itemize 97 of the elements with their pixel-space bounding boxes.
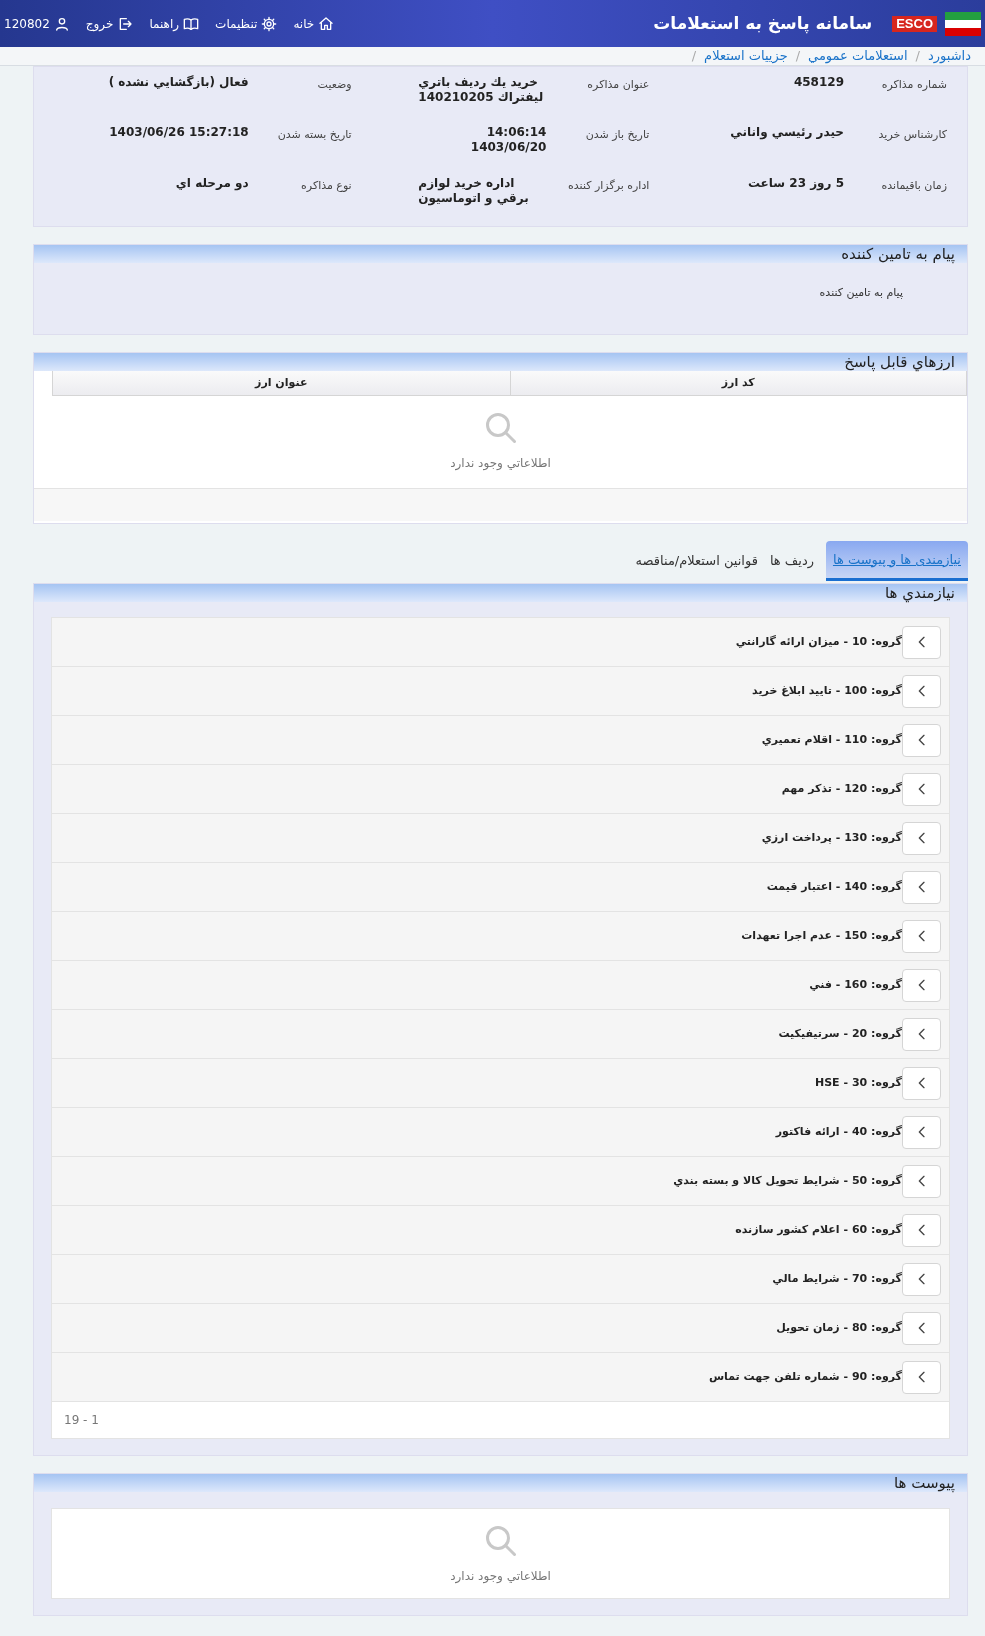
field-label: شماره مذاكره	[880, 77, 947, 93]
expand-button[interactable]	[902, 1213, 941, 1247]
group-row[interactable]: گروه: 140 - اعتبار قيمت	[52, 863, 949, 912]
field-label: تاريخ باز شدن	[584, 127, 650, 144]
column-header: عنوان ارز	[253, 374, 309, 391]
tab[interactable]: قوانين استعلام/مناقصه	[635, 541, 758, 581]
group-title: گروه: 40 - ارائه فاكتور	[775, 1123, 902, 1140]
field-label: تاريخ بسته شدن	[276, 127, 352, 144]
expand-button[interactable]	[902, 1115, 941, 1149]
nav-link[interactable]: خانه	[293, 14, 335, 33]
empty-message: اطلاعاتي وجود ندارد	[450, 1568, 551, 1585]
group-row[interactable]: گروه: 70 - شرايط مالي	[52, 1255, 949, 1304]
group-title: گروه: 20 - سرتيفيكيت	[778, 1025, 902, 1042]
expand-button[interactable]	[902, 1360, 941, 1394]
expand-button[interactable]	[902, 1164, 941, 1198]
expand-button[interactable]	[902, 1262, 941, 1296]
column-header: كد ارز	[509, 371, 966, 395]
group-title: گروه: 80 - زمان تحويل	[776, 1319, 902, 1336]
group-title: گروه: 50 - شرايط تحويل كالا و بسته بندي	[673, 1172, 902, 1189]
field-value: فعال (بازگشايي نشده )	[108, 75, 249, 90]
group-row[interactable]: گروه: 60 - اعلام كشور سازنده	[52, 1206, 949, 1255]
group-row[interactable]: گروه: 30 - HSE	[52, 1059, 949, 1108]
group-row[interactable]: گروه: 50 - شرايط تحويل كالا و بسته بندي	[52, 1157, 949, 1206]
tab[interactable]: رديف ها	[769, 541, 814, 581]
field-label: زمان باقيمانده	[880, 177, 947, 194]
expand-button[interactable]	[902, 1066, 941, 1100]
group-title: گروه: 140 - اعتبار قيمت	[766, 878, 902, 895]
app-title: سامانه پاسخ به استعلامات	[653, 11, 873, 36]
expand-button[interactable]	[902, 870, 941, 904]
group-title: گروه: 30 - HSE	[815, 1074, 902, 1091]
nav-link[interactable]: خروج	[85, 14, 134, 33]
group-row[interactable]: گروه: 160 - فني	[52, 961, 949, 1010]
logo-text: ESCO	[892, 15, 937, 32]
group-row[interactable]: گروه: 130 - پرداخت ارزي	[52, 814, 949, 863]
group-row[interactable]: گروه: 90 - شماره تلفن جهت تماس	[52, 1353, 949, 1402]
field-value: 1403/06/26 15:27:18	[109, 125, 249, 141]
group-title: گروه: 110 - اقلام تعميري	[761, 731, 902, 748]
field-value: حيدر رئيسي واناني	[730, 125, 844, 141]
group-title: گروه: 150 - عدم اجرا تعهدات	[741, 927, 902, 944]
breadcrumb-link[interactable]: داشبورد	[928, 46, 971, 66]
expand-button[interactable]	[902, 968, 941, 1002]
nav-link[interactable]: راهنما	[149, 14, 200, 33]
breadcrumb-separator: /	[691, 47, 697, 66]
field-value: دو مرحله اي	[175, 175, 249, 191]
field-value: 5 روز 23 ساعت	[747, 175, 844, 191]
expand-button[interactable]	[902, 821, 941, 855]
group-row[interactable]: گروه: 80 - زمان تحويل	[52, 1304, 949, 1353]
panel-title: پيام به تامين كننده	[841, 245, 955, 263]
expand-button[interactable]	[902, 674, 941, 708]
pager-text: 19 - 1	[64, 1412, 99, 1429]
nav-link[interactable]: تنظيمات	[215, 14, 278, 33]
expand-button[interactable]	[902, 625, 941, 659]
field-label: كارشناس خريد	[877, 127, 947, 144]
field-value: 14:06:14 1403/06/20	[469, 125, 547, 156]
user-link[interactable]: 120802	[4, 14, 70, 33]
group-row[interactable]: گروه: 40 - ارائه فاكتور	[52, 1108, 949, 1157]
breadcrumb-link[interactable]: استعلامات عمومي	[808, 46, 908, 66]
group-title: گروه: 160 - فني	[809, 976, 902, 993]
panel-title: پيوست ها	[894, 1474, 955, 1492]
user-icon	[53, 15, 70, 32]
expand-button[interactable]	[902, 1311, 941, 1345]
message-text: پيام به تامين كننده	[818, 285, 904, 301]
breadcrumb-separator: /	[795, 47, 801, 66]
expand-button[interactable]	[902, 919, 941, 953]
group-title: گروه: 90 - شماره تلفن جهت تماس	[708, 1368, 902, 1385]
group-title: گروه: 10 - ميزان ارائه گارانتي	[735, 633, 902, 650]
home-icon	[318, 15, 335, 32]
settings-icon	[261, 15, 278, 32]
group-row[interactable]: گروه: 150 - عدم اجرا تعهدات	[52, 912, 949, 961]
group-row[interactable]: گروه: 120 - تذكر مهم	[52, 765, 949, 814]
group-title: گروه: 60 - اعلام كشور سازنده	[735, 1221, 902, 1238]
field-label: وضعيت	[316, 77, 352, 93]
panel-title: ارزهاي قابل پاسخ	[844, 353, 955, 371]
group-row[interactable]: گروه: 110 - اقلام تعميري	[52, 716, 949, 765]
book-icon	[183, 15, 200, 32]
field-label: اداره برگزار كننده	[567, 177, 650, 194]
field-value: اداره خريد لوازم برقي و اتوماسيون	[418, 175, 530, 206]
expand-button[interactable]	[902, 723, 941, 757]
group-title: گروه: 70 - شرايط مالي	[772, 1270, 902, 1287]
field-value: 458129	[793, 75, 844, 90]
field-label: عنوان مذاكره	[586, 77, 650, 93]
exit-icon	[117, 15, 134, 32]
group-row[interactable]: گروه: 10 - ميزان ارائه گارانتي	[52, 618, 949, 667]
breadcrumb-separator: /	[915, 47, 920, 66]
group-title: گروه: 120 - تذكر مهم	[781, 780, 902, 797]
group-title: گروه: 100 - تاييد ابلاغ خريد	[752, 682, 902, 699]
empty-message: اطلاعاتي وجود ندارد	[450, 455, 551, 472]
expand-button[interactable]	[902, 772, 941, 806]
breadcrumb-link[interactable]: جزييات استعلام	[704, 46, 788, 66]
group-row[interactable]: گروه: 20 - سرتيفيكيت	[52, 1010, 949, 1059]
expand-button[interactable]	[902, 1017, 941, 1051]
group-title: گروه: 130 - پرداخت ارزي	[761, 829, 902, 846]
panel-title: نيازمندي ها	[885, 584, 955, 602]
group-row[interactable]: گروه: 100 - تاييد ابلاغ خريد	[52, 667, 949, 716]
flag-icon	[945, 9, 981, 38]
field-label: نوع مذاكره	[300, 177, 352, 194]
field-value: خريد يك رديف باتري ليفتراك 140210205	[418, 75, 545, 105]
